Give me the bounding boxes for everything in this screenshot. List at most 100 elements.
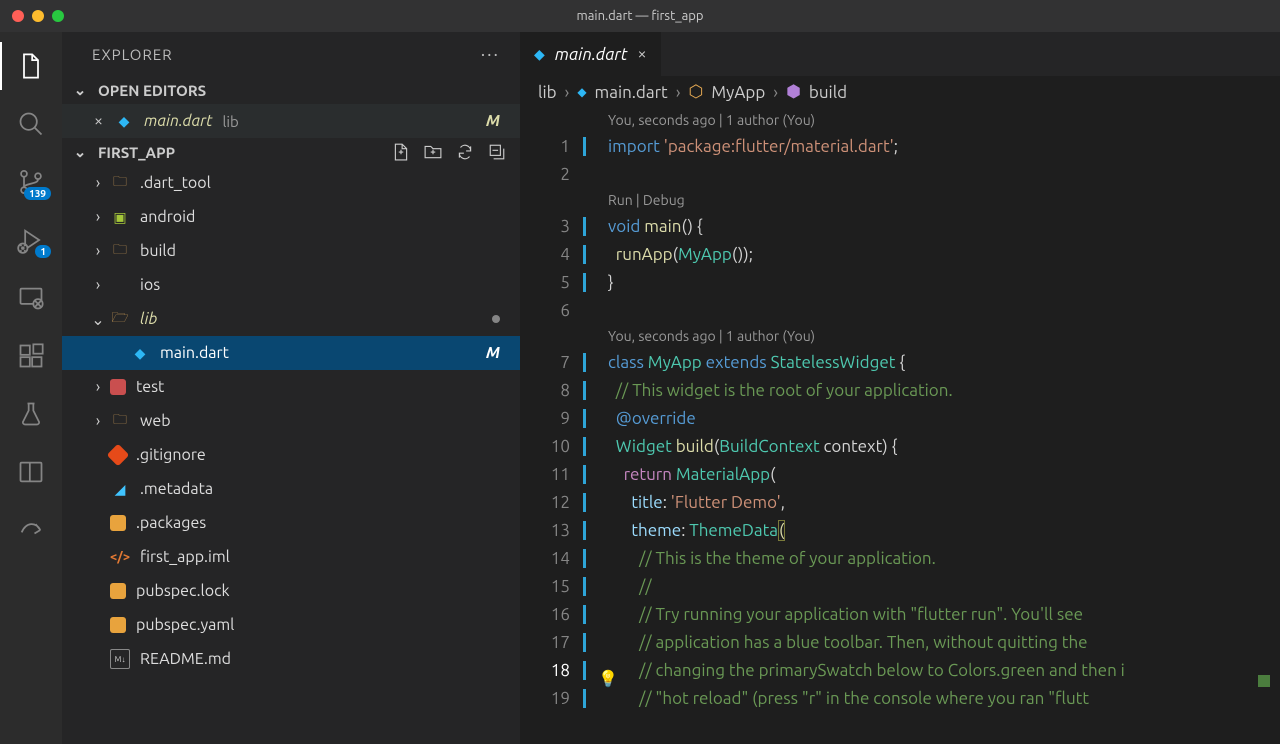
tree-item-gitignore[interactable]: .gitignore — [62, 438, 520, 472]
xml-icon: </> — [110, 547, 130, 567]
android-icon: ▣ — [110, 207, 130, 227]
breadcrumb-lib[interactable]: lib — [538, 83, 557, 102]
new-file-icon[interactable] — [392, 143, 410, 161]
chevron-right-icon: › — [676, 83, 681, 102]
close-window-button[interactable] — [12, 10, 24, 22]
folder-open-icon: 🗁 — [110, 309, 130, 329]
breadcrumb-file[interactable]: main.dart — [595, 83, 668, 102]
method-icon: ⬢ — [786, 82, 801, 102]
dart-icon: ◆ — [577, 85, 586, 99]
modified-dot — [492, 315, 500, 323]
collapse-icon[interactable] — [488, 143, 506, 161]
breadcrumb-method[interactable]: build — [809, 83, 847, 102]
modified-status: M — [486, 344, 500, 362]
run-debug-activity[interactable]: 1 — [7, 216, 55, 264]
editor: ◆ main.dart × lib › ◆ main.dart › ⬡ MyAp… — [520, 32, 1280, 744]
chevron-right-icon: › — [90, 276, 106, 294]
close-icon[interactable]: × — [94, 112, 114, 130]
close-tab-icon[interactable]: × — [638, 45, 647, 63]
chevron-right-icon: › — [90, 242, 106, 260]
code-area[interactable]: You, seconds ago | 1 author (You) 1impor… — [520, 108, 1280, 744]
tab-label: main.dart — [555, 45, 628, 64]
project-name: FIRST_APP — [98, 144, 175, 161]
titlebar: main.dart — first_app — [0, 0, 1280, 32]
chevron-right-icon: › — [90, 174, 106, 192]
explorer-more-actions[interactable]: ··· — [481, 44, 500, 64]
testing-activity[interactable] — [7, 390, 55, 438]
package-icon — [110, 515, 126, 531]
tree-item-packages[interactable]: .packages — [62, 506, 520, 540]
editor-tabs: ◆ main.dart × — [520, 32, 1280, 76]
chevron-right-icon: › — [565, 83, 570, 102]
explorer-activity[interactable] — [7, 42, 55, 90]
tree-item-android[interactable]: ›▣android — [62, 200, 520, 234]
chevron-right-icon: › — [773, 83, 778, 102]
open-editor-folder: lib — [222, 113, 238, 130]
modified-status: M — [486, 112, 500, 130]
open-editors-header[interactable]: ⌄ OPEN EDITORS — [62, 76, 520, 104]
chevron-down-icon: ⌄ — [72, 81, 88, 99]
tree-item-web[interactable]: ›🗀web — [62, 404, 520, 438]
project-header[interactable]: ⌄ FIRST_APP — [62, 138, 520, 166]
breadcrumb-class[interactable]: MyApp — [711, 83, 765, 102]
apple-icon — [110, 275, 130, 295]
share-icon — [17, 516, 45, 544]
tree-item-dart-tool[interactable]: ›🗀.dart_tool — [62, 166, 520, 200]
chevron-right-icon: › — [90, 208, 106, 226]
files-icon — [17, 52, 45, 80]
open-editor-item[interactable]: × ◆ main.dart lib M — [62, 104, 520, 138]
codelens-author[interactable]: You, seconds ago | 1 author (You) — [520, 328, 1280, 344]
panel-activity[interactable] — [7, 448, 55, 496]
open-editors-label: OPEN EDITORS — [98, 82, 206, 99]
tree-item-main-dart[interactable]: ◆main.dartM — [62, 336, 520, 370]
lightbulb-icon[interactable]: 💡 — [598, 669, 618, 688]
minimize-window-button[interactable] — [32, 10, 44, 22]
tree-item-iml[interactable]: </>first_app.iml — [62, 540, 520, 574]
tree-item-lib[interactable]: ⌄🗁lib — [62, 302, 520, 336]
yaml-icon — [110, 617, 126, 633]
search-activity[interactable] — [7, 100, 55, 148]
tree-item-readme[interactable]: M↓README.md — [62, 642, 520, 676]
search-icon — [17, 110, 45, 138]
tree-item-metadata[interactable]: ◢.metadata — [62, 472, 520, 506]
chevron-right-icon: › — [90, 412, 106, 430]
refresh-icon[interactable] — [456, 143, 474, 161]
git-icon — [107, 444, 130, 467]
remote-icon — [17, 284, 45, 312]
remote-activity[interactable] — [7, 274, 55, 322]
window-title: main.dart — first_app — [577, 9, 704, 23]
minimap-marker — [1258, 675, 1270, 687]
activity-bar: 139 1 — [0, 32, 62, 744]
tree-item-test[interactable]: ›test — [62, 370, 520, 404]
new-folder-icon[interactable] — [424, 143, 442, 161]
dart-icon: ◆ — [130, 343, 150, 363]
layout-icon — [17, 458, 45, 486]
explorer-sidebar: EXPLORER ··· ⌄ OPEN EDITORS × ◆ main.dar… — [62, 32, 520, 744]
markdown-icon: M↓ — [110, 649, 130, 669]
tree-item-build[interactable]: ›🗀build — [62, 234, 520, 268]
folder-icon: 🗀 — [110, 241, 130, 261]
class-icon: ⬡ — [689, 82, 704, 102]
extensions-activity[interactable] — [7, 332, 55, 380]
chevron-down-icon: ⌄ — [72, 143, 88, 161]
tree-item-pubspec-yaml[interactable]: pubspec.yaml — [62, 608, 520, 642]
tree-item-pubspec-lock[interactable]: pubspec.lock — [62, 574, 520, 608]
extensions-icon — [17, 342, 45, 370]
source-control-activity[interactable]: 139 — [7, 158, 55, 206]
scm-badge: 139 — [24, 187, 51, 200]
tree-item-ios[interactable]: ›ios — [62, 268, 520, 302]
tab-main-dart[interactable]: ◆ main.dart × — [520, 32, 662, 76]
chevron-down-icon: ⌄ — [90, 310, 106, 329]
explorer-title: EXPLORER — [92, 46, 173, 63]
folder-icon: 🗀 — [110, 411, 130, 431]
test-folder-icon — [110, 379, 126, 395]
codelens-run-debug[interactable]: Run | Debug — [520, 192, 1280, 208]
codelens-author[interactable]: You, seconds ago | 1 author (You) — [520, 112, 1280, 128]
folder-icon: 🗀 — [110, 173, 130, 193]
breadcrumb[interactable]: lib › ◆ main.dart › ⬡ MyApp › ⬢ build — [520, 76, 1280, 108]
flask-icon — [17, 400, 45, 428]
traffic-lights — [0, 10, 64, 22]
dart-icon: ◆ — [114, 111, 134, 131]
feedback-activity[interactable] — [7, 506, 55, 554]
maximize-window-button[interactable] — [52, 10, 64, 22]
